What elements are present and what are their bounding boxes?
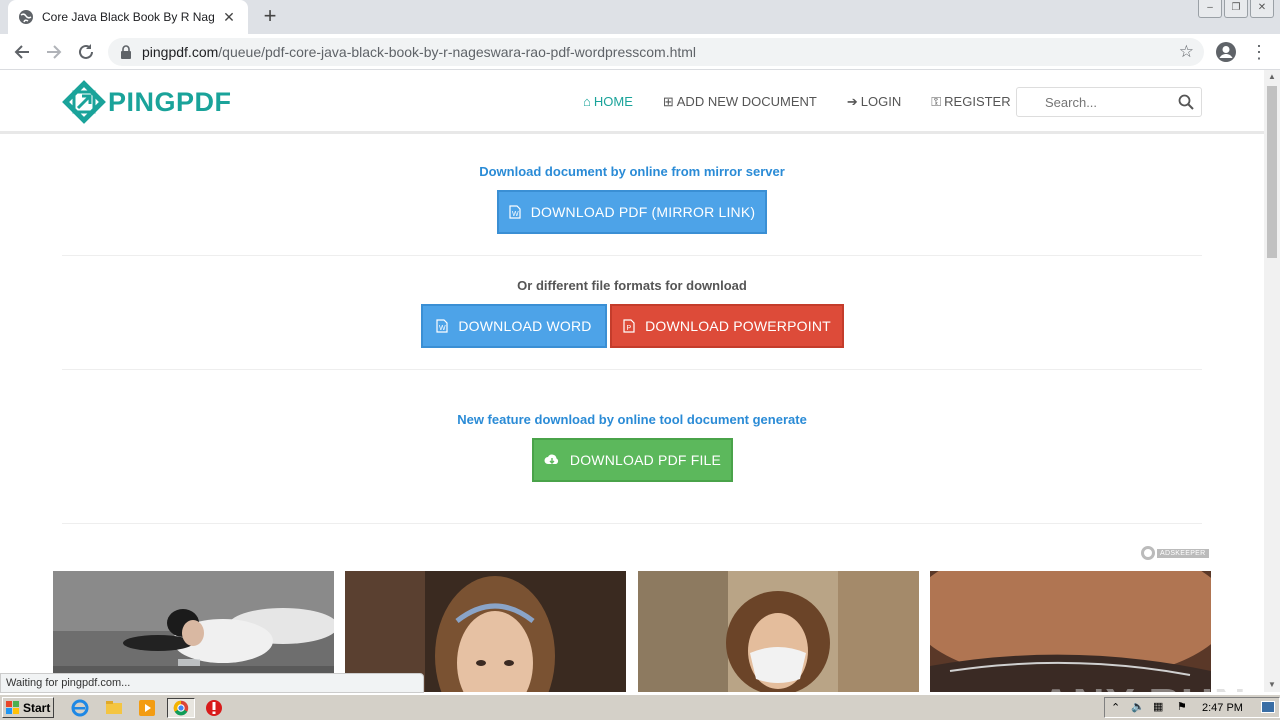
browser-toolbar: pingpdf.com/queue/pdf-core-java-black-bo…: [0, 34, 1280, 70]
nav-add-document[interactable]: ⊞ ADD NEW DOCUMENT: [663, 94, 817, 110]
show-desktop-icon[interactable]: [1261, 701, 1275, 713]
volume-icon[interactable]: 🔈: [1131, 700, 1145, 713]
bookmark-star-icon[interactable]: ☆: [1179, 42, 1194, 62]
ad-thumbnail-3[interactable]: [638, 571, 919, 692]
forward-button[interactable]: [43, 41, 65, 63]
page-scrollbar[interactable]: ▲ ▼: [1264, 70, 1280, 692]
nav-add-label: ADD NEW DOCUMENT: [676, 94, 817, 109]
url-domain: pingpdf.com: [142, 44, 219, 60]
nav-home-label: HOME: [593, 94, 633, 109]
download-word-button[interactable]: W DOWNLOAD WORD: [421, 304, 607, 348]
divider: [62, 369, 1202, 370]
browser-tab[interactable]: Core Java Black Book By R Nageswa ✕: [8, 0, 248, 34]
nav-register[interactable]: ⚿ REGISTER: [931, 94, 1010, 110]
reload-icon: [79, 44, 93, 59]
ad-thumbnail-4[interactable]: [930, 571, 1211, 692]
lock-icon: [121, 45, 131, 59]
browser-tab-bar: Core Java Black Book By R Nageswa ✕ + ‒ …: [0, 0, 1280, 34]
network-icon[interactable]: ▦: [1153, 700, 1163, 713]
tab-title: Core Java Black Book By R Nageswa: [42, 10, 214, 24]
search-icon[interactable]: [1178, 94, 1194, 110]
cloud-download-icon: [544, 454, 558, 464]
scroll-down-icon[interactable]: ▼: [1264, 678, 1280, 692]
download-pdf-file-button[interactable]: DOWNLOAD PDF FILE: [532, 438, 733, 482]
window-controls: ‒ ❐ ✕: [1198, 0, 1274, 18]
download-powerpoint-label: DOWNLOAD POWERPOINT: [645, 318, 831, 334]
svg-text:P: P: [627, 325, 632, 332]
main-nav: ⌂ HOME ⊞ ADD NEW DOCUMENT ➔ LOGIN ⚿ REGISTER: [583, 94, 1041, 110]
divider: [62, 255, 1202, 256]
nav-login-label: LOGIN: [860, 94, 902, 109]
home-icon: ⌂: [583, 94, 591, 109]
windows-flag-icon: [6, 700, 19, 714]
restore-button[interactable]: ❐: [1224, 0, 1248, 18]
address-bar[interactable]: pingpdf.com/queue/pdf-core-java-black-bo…: [108, 38, 1204, 66]
key-icon: ⚿: [931, 94, 942, 109]
download-mirror-label: DOWNLOAD PDF (MIRROR LINK): [530, 204, 756, 220]
site-search: [1016, 87, 1202, 117]
url-text: pingpdf.com/queue/pdf-core-java-black-bo…: [142, 44, 696, 60]
sign-in-icon: ➔: [846, 94, 858, 109]
svg-text:W: W: [512, 211, 519, 218]
new-tab-button[interactable]: +: [258, 5, 282, 29]
minimize-button[interactable]: ‒: [1198, 0, 1222, 18]
chrome-icon[interactable]: [167, 698, 195, 718]
taskbar: Start ⌃ 🔈 ▦ ⚑ 2:47 PM: [0, 694, 1280, 720]
ad-image-woman-mask: [638, 571, 919, 692]
nav-register-label: REGISTER: [944, 94, 1011, 109]
adskeeper-logo-icon: [1141, 546, 1155, 560]
download-word-label: DOWNLOAD WORD: [458, 318, 592, 334]
scroll-up-icon[interactable]: ▲: [1264, 70, 1280, 84]
adskeeper-label: ADSKEEPER: [1157, 548, 1209, 558]
pingpdf-logo-icon: [62, 80, 106, 124]
back-button[interactable]: [11, 41, 33, 63]
account-icon[interactable]: [1215, 41, 1237, 63]
clock[interactable]: 2:47 PM: [1202, 702, 1243, 714]
download-powerpoint-button[interactable]: P DOWNLOAD POWERPOINT: [610, 304, 844, 348]
nav-home[interactable]: ⌂ HOME: [583, 94, 633, 110]
adskeeper-badge[interactable]: ADSKEEPER: [1141, 545, 1209, 561]
formats-heading: Or different file formats for download: [517, 278, 747, 293]
svg-text:W: W: [439, 325, 446, 332]
anyrun-watermark: ANY RUN: [1040, 680, 1247, 692]
tray-expand-icon[interactable]: ⌃: [1111, 701, 1120, 714]
nav-login[interactable]: ➔ LOGIN: [847, 94, 901, 110]
arrow-right-icon: [47, 45, 62, 59]
start-button[interactable]: Start: [2, 697, 54, 718]
scrollbar-thumb[interactable]: [1267, 86, 1277, 258]
divider: [62, 523, 1202, 524]
site-header: PINGPDF ⌂ HOME ⊞ ADD NEW DOCUMENT ➔ LOGIN ⚿…: [0, 70, 1264, 134]
system-tray: ⌃ 🔈 ▦ ⚑ 2:47 PM: [1104, 697, 1280, 718]
url-path: /queue/pdf-core-java-black-book-by-r-nag…: [218, 44, 697, 60]
tool-heading: New feature download by online tool docu…: [457, 412, 807, 427]
tab-close-icon[interactable]: ✕: [220, 9, 238, 26]
word-file-icon: W: [436, 319, 448, 333]
download-mirror-button[interactable]: W DOWNLOAD PDF (MIRROR LINK): [497, 190, 767, 234]
download-pdf-file-label: DOWNLOAD PDF FILE: [569, 452, 722, 468]
browser-menu-icon[interactable]: ⋮: [1250, 41, 1268, 63]
plus-square-icon: ⊞: [662, 94, 674, 109]
powerpoint-file-icon: P: [623, 319, 635, 333]
file-explorer-icon[interactable]: [104, 698, 124, 718]
status-bubble: Waiting for pingpdf.com...: [0, 673, 424, 693]
media-player-icon[interactable]: [137, 698, 157, 718]
action-center-flag-icon[interactable]: ⚑: [1177, 700, 1187, 713]
word-file-icon: W: [509, 205, 521, 219]
globe-icon: [19, 10, 33, 24]
ad-image-belly: [930, 571, 1211, 692]
site-logo[interactable]: PINGPDF: [62, 80, 232, 124]
internet-explorer-icon[interactable]: [70, 698, 90, 718]
arrow-left-icon: [14, 45, 29, 59]
start-label: Start: [23, 700, 51, 715]
mirror-heading: Download document by online from mirror …: [479, 164, 785, 179]
close-window-button[interactable]: ✕: [1250, 0, 1274, 18]
logo-text: PINGPDF: [108, 86, 232, 117]
web-page: PINGPDF ⌂ HOME ⊞ ADD NEW DOCUMENT ➔ LOGIN ⚿…: [0, 70, 1264, 692]
search-input[interactable]: [1025, 92, 1175, 112]
reload-button[interactable]: [75, 41, 97, 63]
opera-icon[interactable]: [204, 698, 224, 718]
